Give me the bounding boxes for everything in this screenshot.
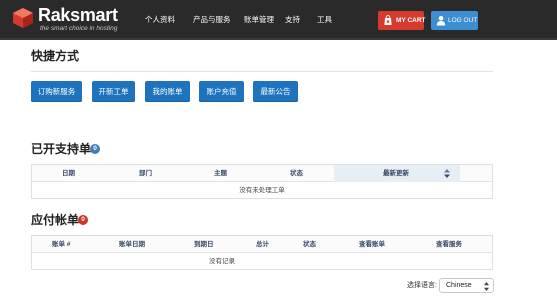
col-total[interactable]: 总计 <box>256 236 269 253</box>
invoices-count-badge: 0 <box>78 215 88 225</box>
nav-profile[interactable]: 个人资料 <box>145 14 175 25</box>
logout-label: LOG OUT <box>448 16 478 24</box>
add-funds-button[interactable]: 账户充值 <box>199 81 244 102</box>
col-last-updated[interactable]: 最新更新 <box>334 165 460 182</box>
invoices-empty-row: 没有记录 <box>209 258 235 265</box>
brand-name: Raksmart <box>38 5 118 25</box>
language-select-value: Chinese <box>446 282 472 289</box>
brand-tagline: the smart choice in hosting <box>40 25 118 32</box>
sort-icon <box>444 169 450 178</box>
tickets-table: 日期 部门 主题 状态 最新更新 没有未处理工单 <box>31 164 493 199</box>
my-cart-label: MY CART <box>396 16 426 24</box>
col-subject[interactable]: 主题 <box>214 165 227 182</box>
col-due-date[interactable]: 到期日 <box>194 236 214 253</box>
order-new-service-button[interactable]: 订购新服务 <box>31 81 82 102</box>
language-label: 选择语言: <box>407 282 437 289</box>
top-navbar: Raksmart the smart choice in hosting 个人资… <box>0 0 557 40</box>
tickets-table-header: 日期 部门 主题 状态 最新更新 <box>32 165 492 182</box>
logout-button[interactable]: LOG OUT <box>431 11 478 30</box>
tickets-empty-row: 没有未处理工单 <box>239 187 285 194</box>
col-last-updated-label: 最新更新 <box>383 170 409 177</box>
shortcuts-title: 快捷方式 <box>31 49 80 63</box>
col-invoice-number[interactable]: 账单 # <box>52 236 70 253</box>
col-view-service[interactable]: 查看服务 <box>436 236 462 253</box>
my-invoices-button[interactable]: 我的账单 <box>145 81 190 102</box>
col-invoice-date[interactable]: 账单日期 <box>119 236 145 253</box>
tickets-count-badge: 0 <box>90 144 100 154</box>
col-date[interactable]: 日期 <box>62 165 75 182</box>
nav-tools[interactable]: 工具 <box>317 14 332 25</box>
chevron-updown-icon <box>484 282 489 291</box>
shortcuts-divider <box>31 71 493 72</box>
brand-logo[interactable]: Raksmart the smart choice in hosting <box>12 5 132 35</box>
col-department[interactable]: 部门 <box>139 165 152 182</box>
nav-billing[interactable]: 账单管理 <box>244 14 274 25</box>
user-icon <box>436 15 446 26</box>
tickets-title: 已开支持单 <box>31 142 92 156</box>
col-status[interactable]: 状态 <box>290 165 303 182</box>
logo-mark-icon <box>13 8 33 28</box>
announcements-button[interactable]: 最新公告 <box>253 81 298 102</box>
invoices-table-header: 账单 # 账单日期 到期日 总计 状态 查看账单 查看服务 <box>32 236 492 253</box>
col-view-invoice[interactable]: 查看账单 <box>359 236 385 253</box>
open-ticket-button[interactable]: 开新工单 <box>92 81 135 102</box>
nav-support[interactable]: 支持 <box>285 14 300 25</box>
invoices-title: 应付帐单 <box>31 213 80 227</box>
my-cart-button[interactable]: MY CART <box>378 11 426 30</box>
nav-products-services[interactable]: 产品与服务 <box>193 14 231 25</box>
col-invoice-status[interactable]: 状态 <box>303 236 316 253</box>
language-select[interactable]: Chinese <box>439 278 494 293</box>
cart-icon <box>384 15 392 25</box>
invoices-table: 账单 # 账单日期 到期日 总计 状态 查看账单 查看服务 没有记录 <box>31 235 493 270</box>
